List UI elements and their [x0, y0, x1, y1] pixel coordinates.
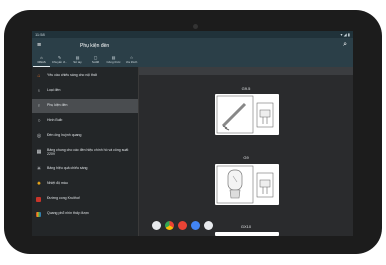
tab-label: Chính — [37, 60, 46, 64]
fluorescent-tube-icon: ◎ — [36, 133, 42, 139]
sidebar-item-label: Loại đèn — [47, 88, 61, 92]
sidebar-item-label: Phụ kiện đèn — [47, 103, 68, 107]
table-icon: ▦ — [36, 149, 42, 155]
tab-notebook[interactable]: ▤ Sổ tay — [69, 55, 86, 67]
chrome-icon[interactable] — [165, 221, 174, 230]
sidebar: ⌂ Yêu cầu chiếu sáng cho nội thất ♁ Loại… — [32, 67, 138, 236]
g95-image — [215, 94, 279, 135]
app-drawer-icon[interactable] — [204, 221, 213, 230]
content-header-band — [139, 67, 353, 75]
status-time: 11:58 — [35, 32, 45, 37]
sidebar-item-efficiency[interactable]: ✳ Bảng hiệu quả chiếu sáng — [32, 162, 138, 176]
tab-label: Sổ tay — [73, 60, 82, 64]
sidebar-item-bulb-shapes[interactable]: ○ Hình Bulb — [32, 114, 138, 128]
bulb-shape-icon: ○ — [37, 118, 41, 124]
color-temperature-icon: ✹ — [36, 181, 42, 187]
page-title: Phụ kiện đèn — [80, 43, 110, 49]
spectrum-icon — [36, 211, 41, 217]
app-dock — [148, 221, 220, 230]
app-screen: 11:58 ▾ ◢ ▮ ≡ Phụ kiện đèn ⌕ ⌂ Chính ✎ C… — [32, 31, 353, 236]
sidebar-item-lamp-types[interactable]: ♁ Loại đèn — [32, 84, 138, 98]
tab-formulas[interactable]: ▤ Công thức — [105, 55, 122, 67]
sidebar-item-interior-lighting[interactable]: ⌂ Yêu cầu chiếu sáng cho nội thất — [32, 69, 138, 83]
photos-icon[interactable] — [191, 221, 200, 230]
section-label: G9.5 — [241, 86, 251, 91]
sidebar-item-label: Bảng chung cho các đèn hiệu chính hồ và … — [47, 148, 129, 156]
tab-favorites[interactable]: ☆ Ưa thích — [123, 55, 140, 67]
youtube-icon[interactable] — [178, 221, 187, 230]
section-label: G9 — [243, 155, 249, 160]
tab-diagram[interactable]: ▢ Sơđồ — [87, 55, 104, 67]
sidebar-item-label: Đường cong Kruithof — [47, 196, 80, 200]
front-camera — [193, 24, 198, 29]
sidebar-item-label: Hình Bulb — [47, 118, 63, 122]
gmail-icon[interactable] — [152, 221, 161, 230]
menu-icon[interactable]: ≡ — [37, 42, 41, 49]
status-icons: ▾ ◢ ▮ — [340, 32, 350, 37]
content-pane: G9.5 G9 GX10 — [139, 67, 353, 236]
sidebar-item-kruithof[interactable]: Đường cong Kruithof — [32, 192, 138, 206]
app-bar: ≡ Phụ kiện đèn ⌕ — [32, 38, 353, 55]
sidebar-item-lamp-accessories[interactable]: ♀ Phụ kiện đèn — [32, 99, 138, 113]
tab-label: Ưa thích — [125, 60, 138, 64]
gx10-image — [215, 232, 279, 236]
house-icon: ⌂ — [37, 73, 41, 79]
status-bar: 11:58 ▾ ◢ ▮ — [32, 31, 353, 38]
tab-label: Công thức — [106, 60, 121, 64]
sidebar-item-label: Quang phổ nhìn thấy được — [47, 211, 89, 215]
sidebar-item-label: Nhiệt độ màu — [47, 181, 68, 185]
tab-main[interactable]: ⌂ Chính — [33, 55, 50, 67]
tab-label: Sơđồ — [91, 60, 100, 64]
bulbs-icon: ♁ — [37, 88, 41, 94]
tab-label: Chuyển đ... — [51, 60, 68, 64]
search-icon[interactable]: ⌕ — [343, 41, 347, 49]
g9-image — [215, 164, 279, 205]
lamp-socket-icon: ♀ — [37, 103, 41, 109]
curve-icon — [36, 196, 41, 202]
tab-convert[interactable]: ✎ Chuyển đ... — [51, 55, 68, 67]
tab-bar: ⌂ Chính ✎ Chuyển đ... ▤ Sổ tay ▢ Sơđồ ▤ … — [32, 55, 353, 67]
sidebar-item-label: Yêu cầu chiếu sáng cho nội thất — [47, 73, 97, 77]
sidebar-item-label: Đèn ống huỳnh quang — [47, 133, 82, 137]
sidebar-item-visible-spectrum[interactable]: Quang phổ nhìn thấy được — [32, 207, 138, 221]
sidebar-item-fluorescent[interactable]: ◎ Đèn ống huỳnh quang — [32, 129, 138, 143]
efficiency-icon: ✳ — [36, 166, 42, 172]
sidebar-item-color-temperature[interactable]: ✹ Nhiệt độ màu — [32, 177, 138, 191]
sidebar-item-220v-table[interactable]: ▦ Bảng chung cho các đèn hiệu chính hồ v… — [32, 144, 138, 161]
sidebar-item-label: Bảng hiệu quả chiếu sáng — [47, 166, 88, 170]
